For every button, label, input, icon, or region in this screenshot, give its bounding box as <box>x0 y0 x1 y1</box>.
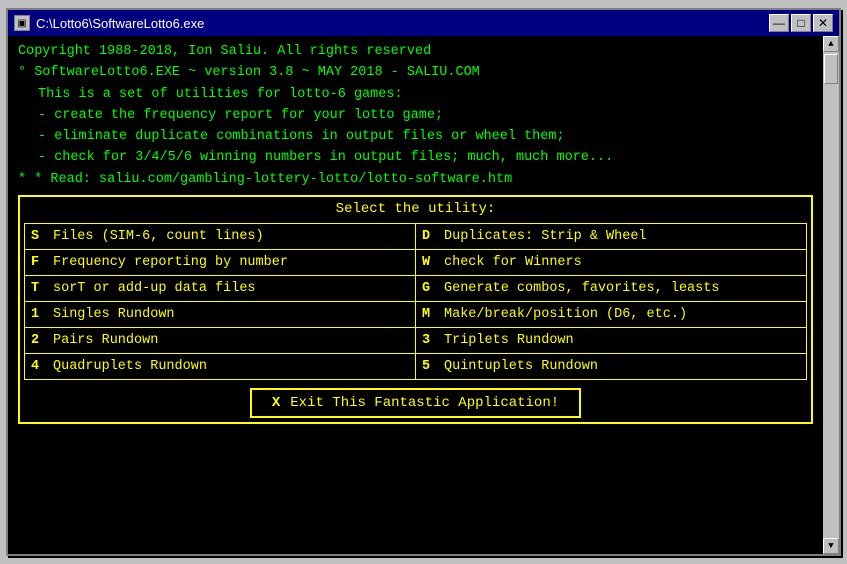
menu-item-M[interactable]: M Make/break/position (D6, etc.) <box>416 302 807 328</box>
window-controls: — □ ✕ <box>769 14 833 32</box>
menu-label-S: Files (SIM-6, count lines) <box>53 229 264 244</box>
menu-item-W[interactable]: W check for Winners <box>416 250 807 276</box>
minimize-button[interactable]: — <box>769 14 789 32</box>
content-area: Copyright 1988-2018, Ion Saliu. All righ… <box>8 36 823 554</box>
menu-key-5: 5 <box>422 359 436 374</box>
menu-label-4: Quadruplets Rundown <box>53 359 207 374</box>
menu-label-5: Quintuplets Rundown <box>444 359 598 374</box>
menu-key-M: M <box>422 307 436 322</box>
menu-label-T: sorT or add-up data files <box>53 281 256 296</box>
exit-button[interactable]: X Exit This Fantastic Application! <box>250 388 581 418</box>
menu-label-M: Make/break/position (D6, etc.) <box>444 307 687 322</box>
menu-container: Select the utility: S Files (SIM-6, coun… <box>18 195 813 424</box>
menu-key-3: 3 <box>422 333 436 348</box>
info-line-1: Copyright 1988-2018, Ion Saliu. All righ… <box>18 42 813 62</box>
info-line-5: - eliminate duplicate combinations in ou… <box>18 127 813 147</box>
window-title: C:\Lotto6\SoftwareLotto6.exe <box>36 16 204 31</box>
title-bar: ▣ C:\Lotto6\SoftwareLotto6.exe — □ ✕ <box>8 10 839 36</box>
menu-label-G: Generate combos, favorites, leasts <box>444 281 719 296</box>
scrollbar: ▲ ▼ <box>823 36 839 554</box>
info-line-3: This is a set of utilities for lotto-6 g… <box>18 85 813 105</box>
menu-key-T: T <box>31 281 45 296</box>
menu-item-S[interactable]: S Files (SIM-6, count lines) <box>25 224 416 250</box>
maximize-button[interactable]: □ <box>791 14 811 32</box>
menu-item-4[interactable]: 4 Quadruplets Rundown <box>25 354 416 380</box>
main-body: Copyright 1988-2018, Ion Saliu. All righ… <box>8 36 839 554</box>
menu-key-G: G <box>422 281 436 296</box>
menu-item-2[interactable]: 2 Pairs Rundown <box>25 328 416 354</box>
exit-key: X <box>272 395 280 411</box>
menu-key-1: 1 <box>31 307 45 322</box>
menu-item-D[interactable]: D Duplicates: Strip & Wheel <box>416 224 807 250</box>
info-line-2: SoftwareLotto6.EXE ~ version 3.8 ~ MAY 2… <box>18 63 813 83</box>
menu-label-3: Triplets Rundown <box>444 333 574 348</box>
title-bar-left: ▣ C:\Lotto6\SoftwareLotto6.exe <box>14 15 204 31</box>
menu-key-D: D <box>422 229 436 244</box>
menu-label-D: Duplicates: Strip & Wheel <box>444 229 647 244</box>
menu-grid: S Files (SIM-6, count lines) D Duplicate… <box>24 223 807 380</box>
info-line-4: - create the frequency report for your l… <box>18 106 813 126</box>
menu-label-W: check for Winners <box>444 255 582 270</box>
menu-item-T[interactable]: T sorT or add-up data files <box>25 276 416 302</box>
menu-key-2: 2 <box>31 333 45 348</box>
menu-label-2: Pairs Rundown <box>53 333 158 348</box>
info-line-6: - check for 3/4/5/6 winning numbers in o… <box>18 148 813 168</box>
exit-label: Exit This Fantastic Application! <box>290 395 559 411</box>
menu-item-F[interactable]: F Frequency reporting by number <box>25 250 416 276</box>
menu-item-G[interactable]: G Generate combos, favorites, leasts <box>416 276 807 302</box>
main-window: ▣ C:\Lotto6\SoftwareLotto6.exe — □ ✕ Cop… <box>6 8 841 556</box>
menu-key-W: W <box>422 255 436 270</box>
menu-item-1[interactable]: 1 Singles Rundown <box>25 302 416 328</box>
info-line-7: * Read: saliu.com/gambling-lottery-lotto… <box>18 170 813 190</box>
menu-key-S: S <box>31 229 45 244</box>
scroll-thumb[interactable] <box>824 54 838 84</box>
menu-label-F: Frequency reporting by number <box>53 255 288 270</box>
close-button[interactable]: ✕ <box>813 14 833 32</box>
exit-row: X Exit This Fantastic Application! <box>24 388 807 418</box>
menu-item-3[interactable]: 3 Triplets Rundown <box>416 328 807 354</box>
menu-key-F: F <box>31 255 45 270</box>
scroll-down-arrow[interactable]: ▼ <box>823 538 839 554</box>
menu-item-5[interactable]: 5 Quintuplets Rundown <box>416 354 807 380</box>
menu-label-1: Singles Rundown <box>53 307 175 322</box>
scroll-up-arrow[interactable]: ▲ <box>823 36 839 52</box>
app-icon: ▣ <box>14 15 30 31</box>
menu-key-4: 4 <box>31 359 45 374</box>
menu-title: Select the utility: <box>24 201 807 217</box>
